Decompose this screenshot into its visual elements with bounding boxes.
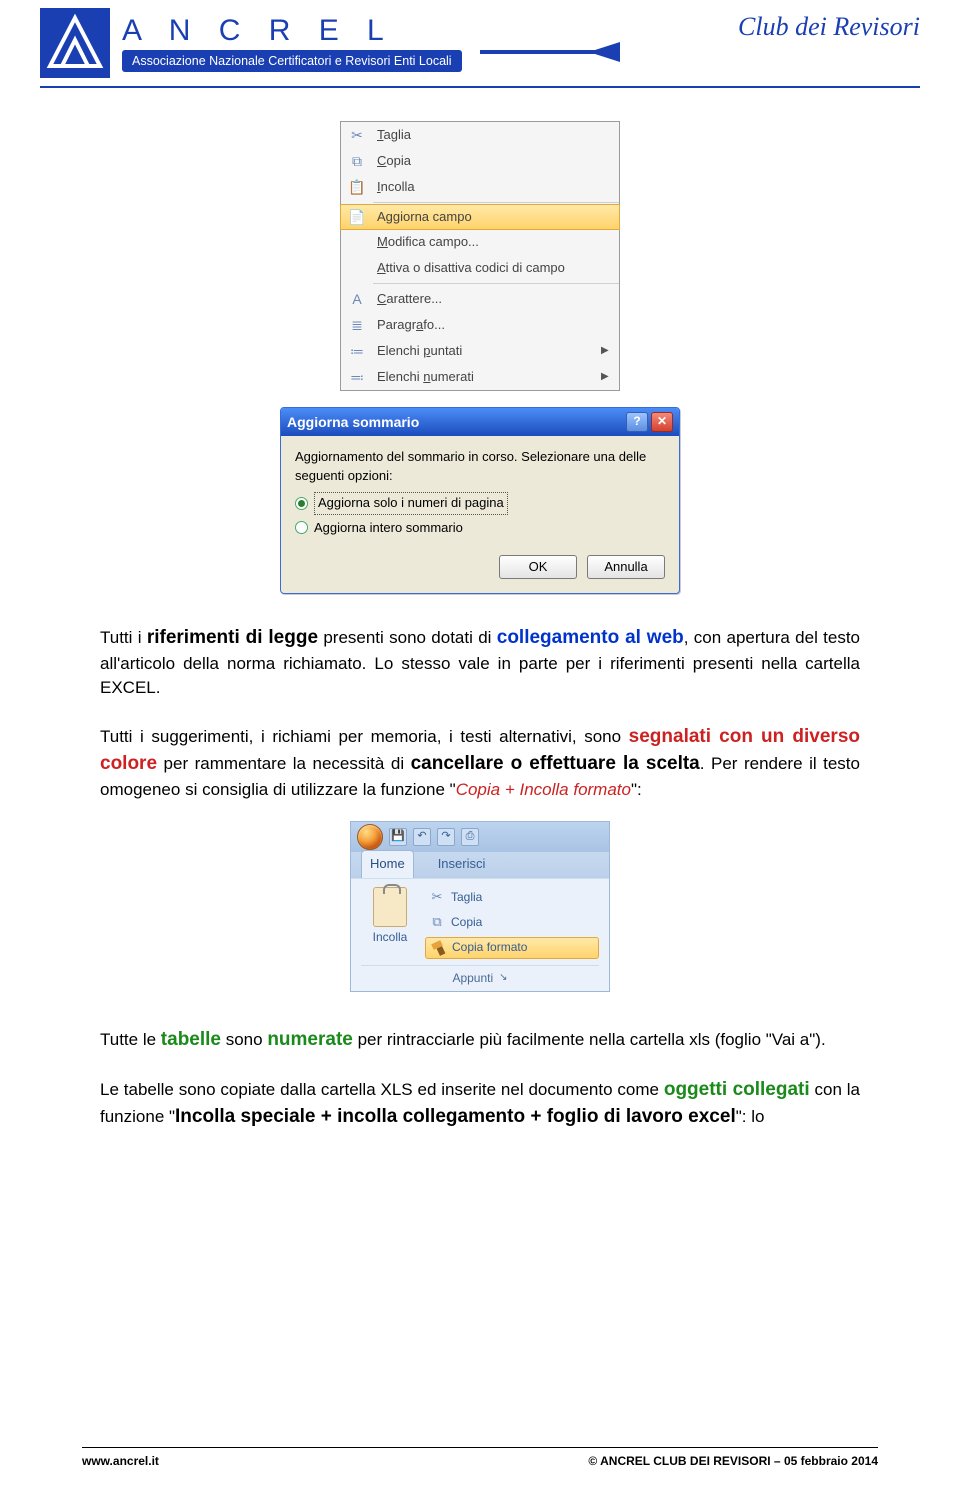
ribbon-clipboard-group: 💾 ↶ ↷ ⎙ Home Inserisci Incolla ✂Taglia ⧉ — [350, 821, 610, 992]
dialog-title: Aggiorna sommario — [287, 412, 623, 432]
office-button-icon[interactable] — [357, 824, 383, 850]
menu-item-icon: 📋 — [341, 177, 373, 197]
paragraph-1: Tutti i riferimenti di legge presenti so… — [100, 624, 860, 701]
menu-item[interactable]: ≔Elenchi puntati▶ — [341, 338, 619, 364]
menu-separator — [373, 202, 619, 203]
menu-item-label: Modifica campo... — [373, 233, 619, 252]
menu-item[interactable]: Modifica campo... — [341, 229, 619, 255]
menu-item-icon: ≕ — [341, 367, 373, 387]
cut-button[interactable]: ✂Taglia — [425, 887, 599, 909]
menu-item-icon: ≣ — [341, 315, 373, 335]
menu-item-label: Attiva o disattiva codici di campo — [373, 259, 619, 278]
menu-item-label: Aggiorna campo — [373, 208, 619, 227]
menu-item[interactable]: ≣Paragrafo... — [341, 312, 619, 338]
menu-separator — [373, 283, 619, 284]
submenu-arrow-icon: ▶ — [601, 370, 619, 385]
help-button[interactable]: ? — [626, 412, 648, 432]
copy-button[interactable]: ⧉Copia — [425, 912, 599, 934]
menu-item[interactable]: Attiva o disattiva codici di campo — [341, 255, 619, 281]
menu-item-label: Elenchi puntati — [373, 342, 601, 361]
header-arrow-icon — [480, 42, 620, 62]
menu-item-icon: ≔ — [341, 341, 373, 361]
update-toc-dialog: Aggiorna sommario ? ✕ Aggiornamento del … — [280, 407, 680, 594]
tab-home[interactable]: Home — [361, 850, 414, 878]
footer-left: www.ancrel.it — [82, 1454, 159, 1468]
menu-item[interactable]: ≕Elenchi numerati▶ — [341, 364, 619, 390]
menu-item-icon: A — [341, 289, 373, 309]
menu-item-icon: 📄 — [341, 207, 373, 227]
scissors-icon: ✂ — [429, 890, 445, 906]
dialog-launcher-icon[interactable]: ↘ — [499, 971, 507, 986]
clipboard-icon — [373, 887, 407, 927]
menu-item[interactable]: 📋Incolla — [341, 174, 619, 200]
format-painter-button[interactable]: Copia formato — [425, 937, 599, 959]
menu-item[interactable]: ACarattere... — [341, 286, 619, 312]
footer-right: © ANCREL CLUB DEI REVISORI – 05 febbraio… — [588, 1454, 878, 1468]
menu-item-label: Copia — [373, 152, 619, 171]
brand-name: A N C R E L — [122, 14, 394, 48]
brush-icon — [430, 940, 446, 956]
ok-button[interactable]: OK — [499, 555, 577, 579]
radio-icon — [295, 497, 308, 510]
menu-item[interactable]: 📄Aggiorna campo — [340, 204, 620, 230]
radio-label: Aggiorna intero sommario — [314, 519, 463, 538]
logo-icon — [40, 8, 110, 78]
qat-redo-icon[interactable]: ↷ — [437, 828, 455, 846]
copy-icon: ⧉ — [429, 915, 445, 931]
paste-button-label[interactable]: Incolla — [373, 929, 408, 946]
qat-save-icon[interactable]: 💾 — [389, 828, 407, 846]
radio-update-entire[interactable]: Aggiorna intero sommario — [295, 519, 665, 538]
menu-item-label: Taglia — [373, 126, 619, 145]
menu-item[interactable]: ⧉Copia — [341, 148, 619, 174]
page-footer: www.ancrel.it © ANCREL CLUB DEI REVISORI… — [82, 1447, 878, 1468]
header-right-title: Club dei Revisori — [738, 12, 920, 42]
paragraph-3: Tutte le tabelle sono numerate per rintr… — [100, 1026, 860, 1054]
tab-insert[interactable]: Inserisci — [430, 851, 494, 878]
paragraph-2: Tutti i suggerimenti, i richiami per mem… — [100, 723, 860, 803]
menu-item[interactable]: ✂Taglia — [341, 122, 619, 148]
menu-item-label: Carattere... — [373, 290, 619, 309]
submenu-arrow-icon: ▶ — [601, 344, 619, 359]
paragraph-4: Le tabelle sono copiate dalla cartella X… — [100, 1076, 860, 1131]
radio-icon — [295, 521, 308, 534]
menu-item-icon: ⧉ — [341, 151, 373, 171]
qat-undo-icon[interactable]: ↶ — [413, 828, 431, 846]
close-button[interactable]: ✕ — [651, 412, 673, 432]
radio-label: Aggiorna solo i numeri di pagina — [314, 492, 508, 515]
page-header: A N C R E L Associazione Nazionale Certi… — [0, 0, 960, 90]
menu-item-icon: ✂ — [341, 125, 373, 145]
header-rule — [40, 86, 920, 88]
context-menu: ✂Taglia⧉Copia📋Incolla📄Aggiorna campoModi… — [340, 121, 620, 391]
qat-print-icon[interactable]: ⎙ — [461, 828, 479, 846]
menu-item-label: Elenchi numerati — [373, 368, 601, 387]
menu-item-label: Paragrafo... — [373, 316, 619, 335]
radio-update-pagenumbers[interactable]: Aggiorna solo i numeri di pagina — [295, 492, 665, 515]
cancel-button[interactable]: Annulla — [587, 555, 665, 579]
group-label: Appunti — [452, 970, 493, 987]
menu-item-label: Incolla — [373, 178, 619, 197]
brand-tagline: Associazione Nazionale Certificatori e R… — [122, 50, 462, 72]
dialog-prompt: Aggiornamento del sommario in corso. Sel… — [295, 448, 665, 486]
